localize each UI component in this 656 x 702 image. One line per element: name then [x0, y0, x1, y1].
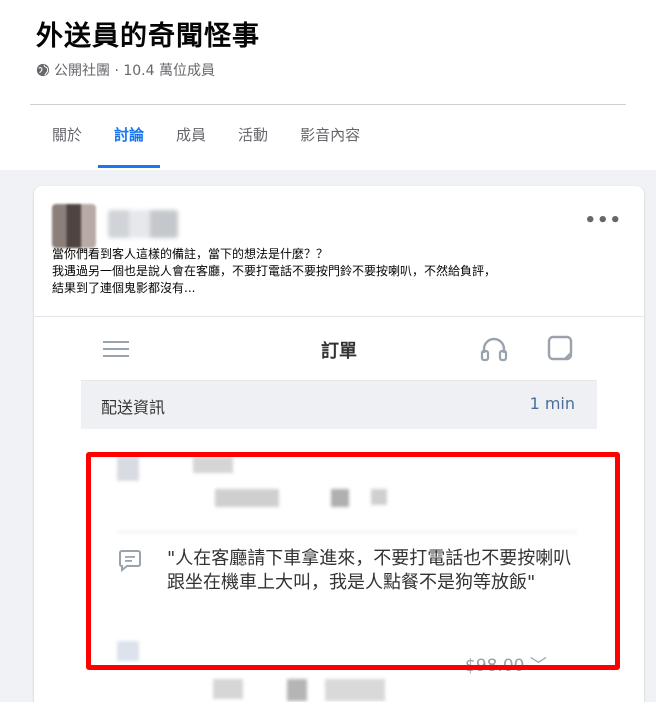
group-title[interactable]: 外送員的奇聞怪事 — [36, 14, 260, 53]
tab-media[interactable]: 影音內容 — [284, 106, 376, 168]
delivery-info-bar: 配送資訊 1 min — [81, 381, 597, 429]
post-text: 當你們看到客人這樣的備註，當下的想法是什麼？？ 我遇過另一個也是說人會在客廳，不… — [52, 246, 632, 297]
group-meta: 公開社團 · 10.4 萬位成員 — [36, 60, 215, 80]
highlight-box — [86, 452, 620, 670]
author-name-blurred[interactable] — [108, 210, 178, 238]
tab-discussion[interactable]: 討論 — [98, 106, 161, 168]
app-nav-title: 訂單 — [321, 341, 357, 362]
author-avatar[interactable] — [52, 204, 96, 248]
group-tabs: 關於 討論 成員 活動 影音內容 — [36, 106, 376, 168]
notes-icon — [547, 335, 573, 361]
delivery-info-title: 配送資訊 — [101, 398, 166, 417]
header-divider — [30, 104, 626, 105]
post-text-line: 我遇過另一個也是說人會在客廳，不要打電話不要按門鈴不要按喇叭，不然給負評， — [52, 264, 497, 278]
group-meta-text: 公開社團 · 10.4 萬位成員 — [54, 63, 215, 79]
app-nav-bar: 訂單 — [81, 317, 597, 381]
tab-members[interactable]: 成員 — [160, 106, 222, 168]
blurred-footer — [325, 679, 385, 701]
blurred-footer — [287, 679, 307, 701]
post-text-line: 當你們看到客人這樣的備註，當下的想法是什麼？？ — [52, 247, 329, 261]
blurred-footer — [213, 679, 243, 699]
group-header: 外送員的奇聞怪事 公開社團 · 10.4 萬位成員 關於 討論 成員 活動 影音… — [0, 0, 656, 170]
tab-events[interactable]: 活動 — [222, 106, 284, 168]
tab-about[interactable]: 關於 — [36, 106, 98, 168]
more-horizontal-icon[interactable]: ••• — [584, 210, 622, 231]
post-text-line: 結果到了連個鬼影都沒有... — [52, 281, 196, 295]
delivery-time: 1 min — [529, 394, 575, 413]
globe-icon — [36, 63, 50, 77]
headset-icon — [480, 337, 508, 362]
